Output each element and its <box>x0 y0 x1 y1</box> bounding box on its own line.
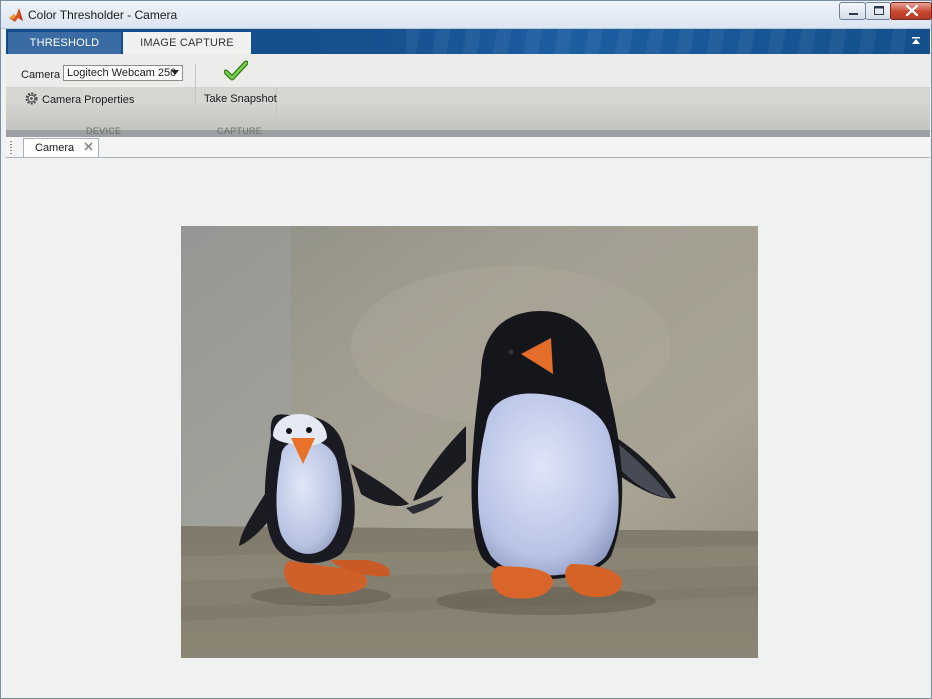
ribbon-tab-strip: THRESHOLD IMAGE CAPTURE <box>6 29 930 54</box>
gear-icon <box>25 92 38 105</box>
tab-threshold[interactable]: THRESHOLD <box>8 32 121 54</box>
camera-select[interactable]: Logitech Webcam 250 <box>63 65 183 81</box>
ribbon-middle-row <box>6 87 930 103</box>
matlab-logo-icon <box>9 8 23 22</box>
minimize-icon <box>849 13 858 15</box>
camera-select-value: Logitech Webcam 250 <box>67 67 177 79</box>
ribbon-panel: Camera Logitech Webcam 250 Camera Proper… <box>6 54 930 137</box>
tab-image-capture[interactable]: IMAGE CAPTURE <box>123 32 251 54</box>
collapse-ribbon-icon[interactable] <box>911 36 921 46</box>
group-separator <box>195 64 196 104</box>
window-title: Color Thresholder - Camera <box>28 8 178 22</box>
ribbon-bottom-edge <box>6 130 930 137</box>
minimize-button[interactable] <box>839 2 866 20</box>
camera-label: Camera <box>21 69 61 81</box>
title-bar[interactable]: Color Thresholder - Camera <box>1 1 932 29</box>
chevron-down-icon <box>171 70 179 75</box>
tab-strip-decoration <box>406 29 906 54</box>
document-tab-bar: Camera <box>6 137 930 158</box>
camera-properties-button[interactable]: Camera Properties <box>42 94 134 106</box>
take-snapshot-button[interactable]: Take Snapshot <box>204 93 277 105</box>
close-icon[interactable] <box>84 142 93 151</box>
app-window: Color Thresholder - Camera THRESHOLD IMA… <box>0 0 932 699</box>
maximize-button[interactable] <box>865 2 891 20</box>
camera-preview-image <box>181 226 758 658</box>
checkmark-icon[interactable] <box>224 60 248 82</box>
camera-view-panel <box>6 158 930 698</box>
device-group-label: DEVICE <box>86 126 122 136</box>
capture-group-label: CAPTURE <box>217 126 263 136</box>
drag-grip-icon[interactable] <box>10 141 12 154</box>
maximize-icon <box>874 6 884 15</box>
document-tab-label: Camera <box>35 142 75 154</box>
document-tab-camera[interactable]: Camera <box>23 138 99 157</box>
close-icon <box>905 4 919 17</box>
close-button[interactable] <box>890 2 932 20</box>
